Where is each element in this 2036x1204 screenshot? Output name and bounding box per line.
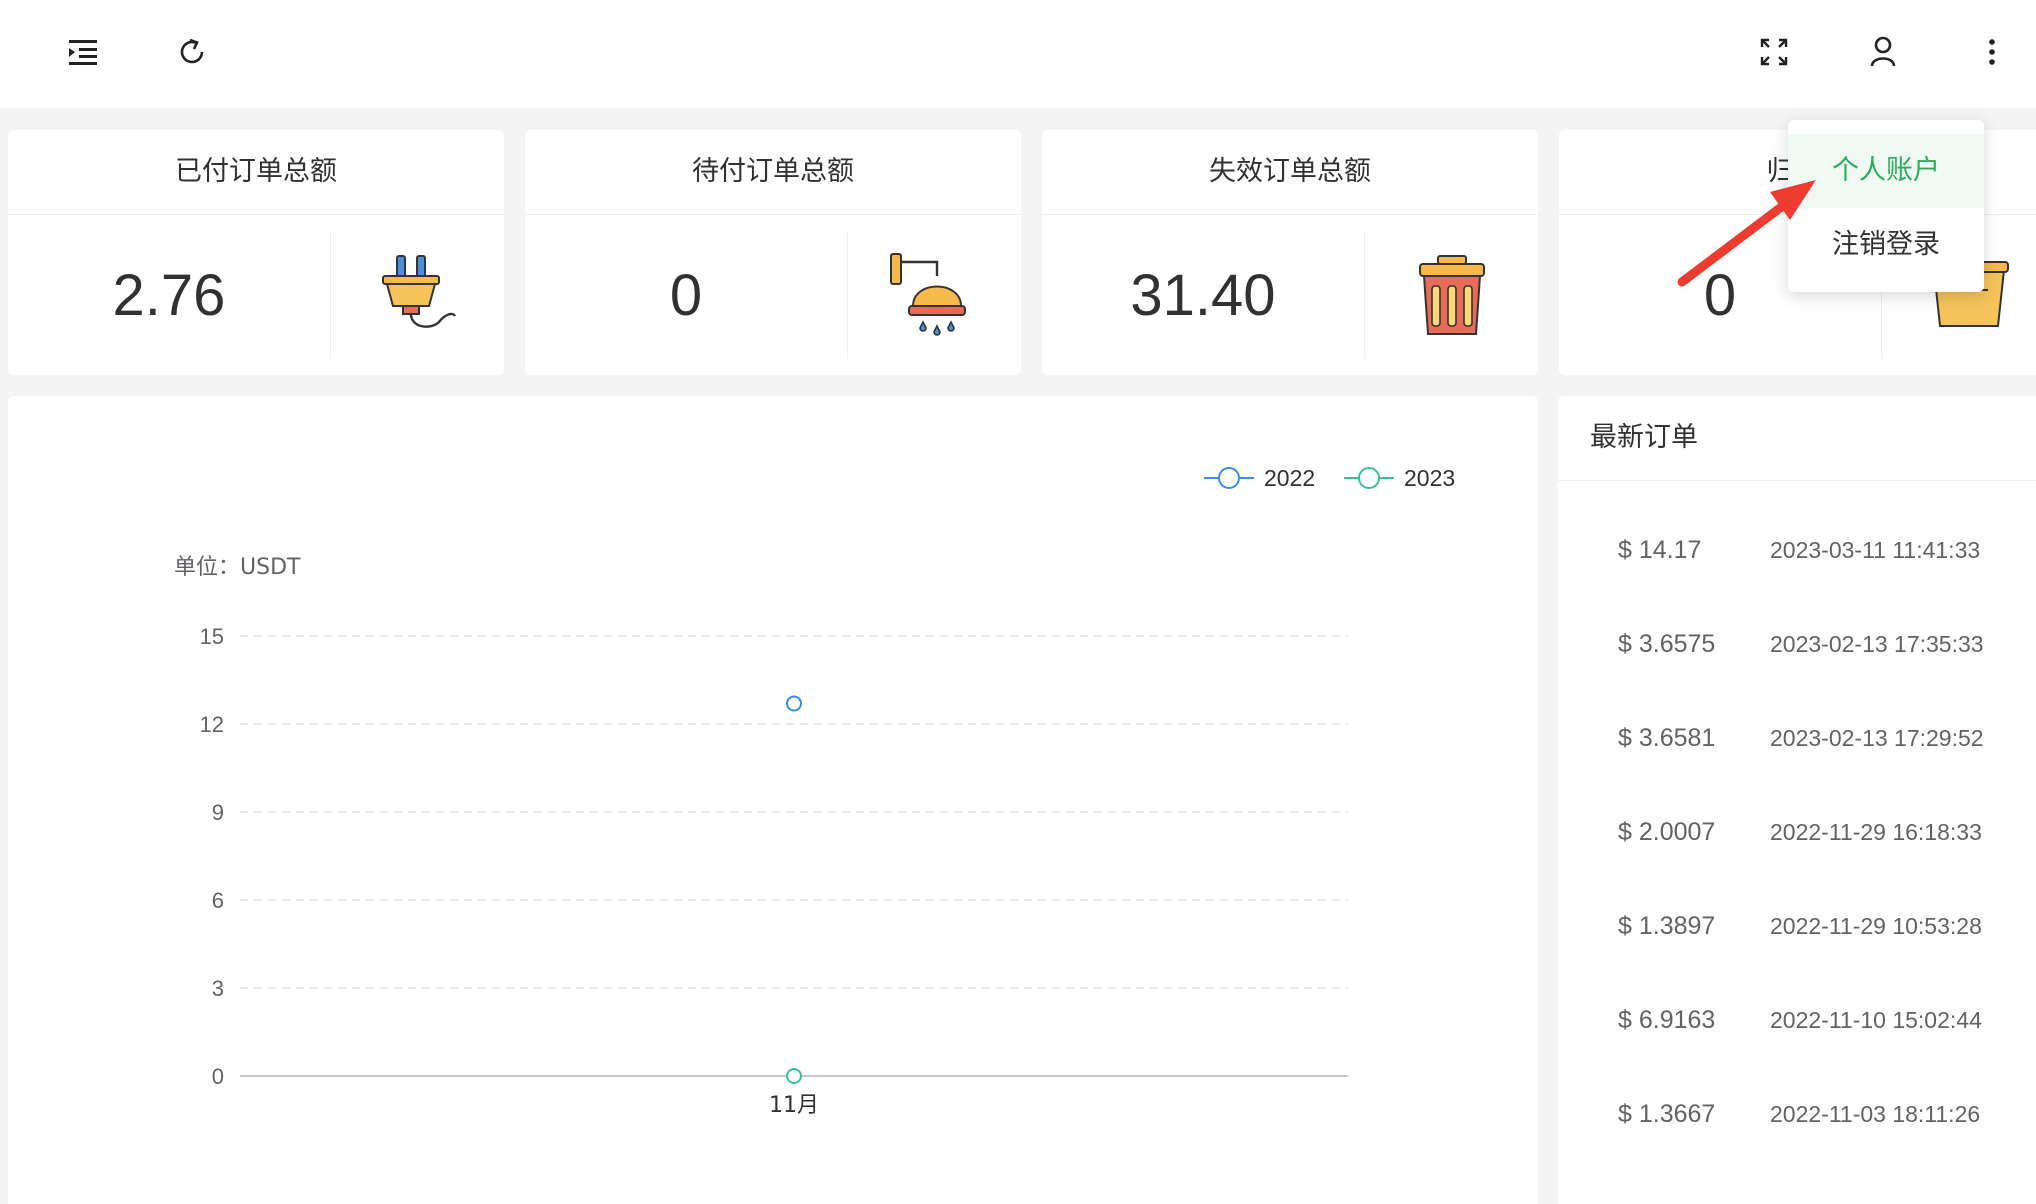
y-tick-label: 3 bbox=[212, 976, 224, 1001]
personal-account-menu-item[interactable]: 个人账户 bbox=[1788, 134, 1984, 208]
data-point-2022[interactable] bbox=[786, 695, 802, 712]
data-point-2023[interactable] bbox=[786, 1068, 802, 1084]
order-amount: $ 2.0007 bbox=[1618, 818, 1716, 846]
user-dropdown-menu: 个人账户 注销登录 bbox=[1788, 120, 1984, 292]
order-time: 2022-11-29 16:18:33 bbox=[1770, 819, 1982, 845]
order-time: 2023-02-13 17:29:52 bbox=[1770, 725, 1984, 751]
order-amount: $ 6.9163 bbox=[1618, 1006, 1716, 1034]
legend-label[interactable]: 2022 bbox=[1264, 465, 1315, 491]
card-title: 待付订单总额 bbox=[525, 130, 1021, 215]
x-tick-label: 11月 bbox=[769, 1093, 819, 1118]
menu-fold-icon[interactable] bbox=[55, 24, 111, 80]
legend-label[interactable]: 2023 bbox=[1404, 465, 1455, 491]
y-tick-label: 9 bbox=[212, 800, 224, 825]
logout-menu-item[interactable]: 注销登录 bbox=[1788, 208, 1984, 282]
order-amount: $ 1.3667 bbox=[1618, 1100, 1716, 1128]
dashboard-page: 已付订单总额 2.76 待付订单总额 0 失效订单总额 31.40 0 2022… bbox=[0, 0, 2036, 1204]
order-row: $ 3.6581 2023-02-13 17:29:52 bbox=[1558, 724, 2036, 764]
latest-orders-panel: 最新订单 $ 14.17 2023-03-11 11:41:33 $ 3.6575 2… bbox=[1558, 396, 2036, 1204]
yearly-chart-panel: 2022 2023 单位：USDT 15 12 9 6 3 0 11月 bbox=[8, 396, 1538, 1204]
y-tick-label: 0 bbox=[212, 1064, 224, 1089]
order-row: $ 1.3897 2022-11-29 10:53:28 bbox=[1558, 912, 2036, 952]
order-time: 2023-03-11 11:41:33 bbox=[1770, 537, 1981, 563]
orders-title: 最新订单 bbox=[1558, 396, 2036, 481]
card-title: 失效订单总额 bbox=[1042, 130, 1538, 215]
order-row: $ 14.17 2023-03-11 11:41:33 bbox=[1558, 536, 2036, 576]
pending-orders-card: 待付订单总额 0 bbox=[525, 130, 1021, 375]
legend-marker[interactable] bbox=[1358, 467, 1380, 489]
y-tick-label: 15 bbox=[200, 624, 224, 649]
order-time: 2022-11-10 15:02:44 bbox=[1770, 1007, 1982, 1033]
fullscreen-icon[interactable] bbox=[1746, 24, 1802, 80]
order-row: $ 2.0007 2022-11-29 16:18:33 bbox=[1558, 818, 2036, 858]
legend-marker[interactable] bbox=[1218, 467, 1240, 489]
y-axis-label: 单位：USDT bbox=[174, 555, 301, 580]
y-tick-label: 6 bbox=[212, 888, 224, 913]
order-time: 2022-11-03 18:11:26 bbox=[1770, 1101, 1981, 1127]
order-amount: $ 3.6581 bbox=[1618, 724, 1716, 752]
paid-orders-card: 已付订单总额 2.76 bbox=[8, 130, 504, 375]
order-time: 2022-11-29 10:53:28 bbox=[1770, 913, 1982, 939]
more-vertical-icon[interactable] bbox=[1964, 24, 2020, 80]
order-row: $ 1.3667 2022-11-03 18:11:26 bbox=[1558, 1100, 2036, 1140]
order-amount: $ 3.6575 bbox=[1618, 630, 1716, 658]
refresh-icon[interactable] bbox=[164, 24, 220, 80]
order-amount: $ 14.17 bbox=[1618, 536, 1702, 564]
shower-icon bbox=[848, 215, 1021, 375]
trash-bin-icon bbox=[1365, 215, 1538, 375]
y-tick-label: 12 bbox=[200, 712, 224, 737]
line-chart: 2022 2023 单位：USDT 15 12 9 6 3 0 11月 bbox=[174, 465, 1455, 1118]
order-row: $ 3.6575 2023-02-13 17:35:33 bbox=[1558, 630, 2036, 670]
card-title: 已付订单总额 bbox=[8, 130, 504, 215]
top-navbar bbox=[0, 0, 2036, 108]
card-value: 2.76 bbox=[112, 262, 226, 328]
card-value: 31.40 bbox=[1130, 262, 1276, 328]
order-amount: $ 1.3897 bbox=[1618, 912, 1716, 940]
plug-icon bbox=[331, 215, 504, 375]
card-value: 0 bbox=[669, 262, 703, 328]
user-icon[interactable] bbox=[1855, 24, 1911, 80]
expired-orders-card: 失效订单总额 31.40 bbox=[1042, 130, 1538, 375]
order-time: 2023-02-13 17:35:33 bbox=[1770, 631, 1984, 657]
order-row: $ 6.9163 2022-11-10 15:02:44 bbox=[1558, 1006, 2036, 1046]
